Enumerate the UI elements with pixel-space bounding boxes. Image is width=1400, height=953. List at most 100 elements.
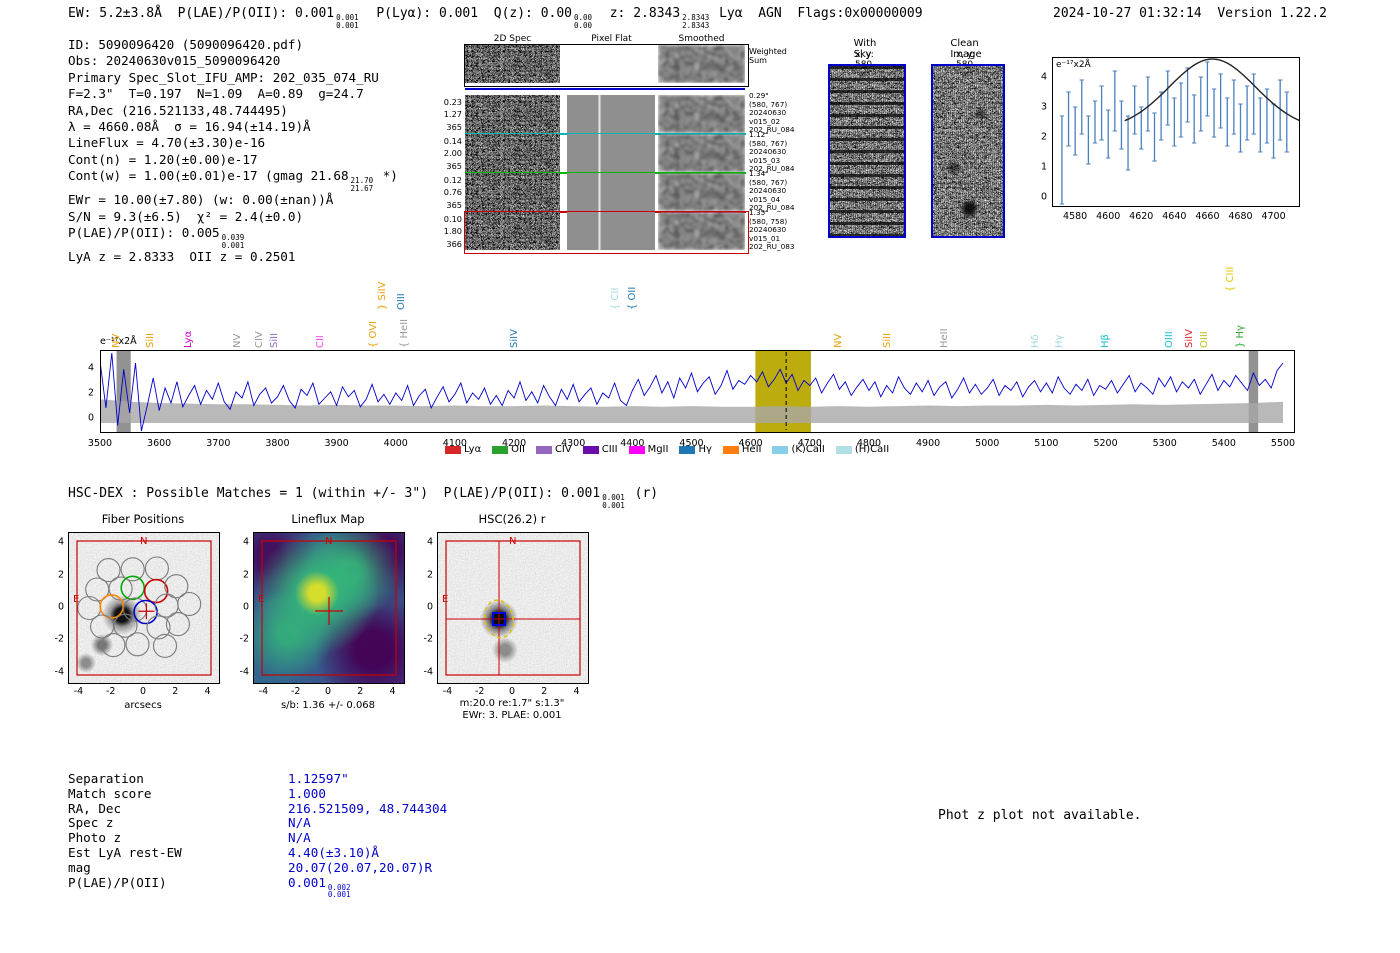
zoom-x-tick: 4700 — [1261, 211, 1286, 222]
table-value: N/A — [288, 815, 311, 831]
spectrum-x-tick: 3800 — [265, 438, 290, 449]
table-value-text: 0.001 — [288, 874, 326, 890]
field-box — [76, 540, 212, 676]
table-row: Match score 1.000 — [68, 785, 447, 802]
elixer-report-page: EW: 5.2±3.8Å P(LAE)/P(OII): 0.001 0.001 0.… — [0, 0, 1400, 953]
fiber-circle — [120, 575, 146, 601]
spec2d-value: 365 — [446, 160, 462, 171]
legend-label: OII — [511, 444, 525, 455]
zoom-x-tick: 4680 — [1228, 211, 1253, 222]
zoom-y-tick: 2 — [1040, 131, 1047, 143]
text-segment: Cont(n) = 1.20(±0.00)e-17 — [68, 151, 258, 167]
lineflux-caption: s/b: 1.36 +/- 0.068 — [280, 700, 376, 711]
zoom-x-tick: 4660 — [1195, 211, 1220, 222]
info-line: S/N = 9.3(±6.5) χ² = 2.4(±0.0) — [68, 209, 398, 225]
error-envelope — [100, 399, 1283, 423]
fiber-circle — [143, 578, 169, 604]
text-segment: HSC-DEX : Possible Matches = 1 (within +… — [68, 486, 601, 501]
spec2d-value: 0.14 — [443, 136, 462, 146]
spectrum-y-tick: 2 — [87, 387, 94, 399]
fiber-circle — [125, 632, 150, 657]
table-label: Est LyA rest-EW — [68, 844, 182, 860]
emission-line-label: } Hγ — [1234, 325, 1246, 348]
cutout-image: NE — [437, 532, 589, 684]
stacked-value: 0.002 0.001 — [327, 882, 351, 900]
cutout-y-tick: 4 — [242, 536, 249, 548]
emission-line-label: CII — [314, 335, 326, 348]
table-row: Photo z N/A — [68, 830, 447, 846]
cutout-image: NE — [68, 532, 220, 684]
spectrum-x-tick: 5200 — [1093, 438, 1118, 449]
spectrum-x-tick: 3500 — [87, 438, 113, 449]
zoom-y-tick: 3 — [1040, 101, 1047, 113]
spectrum-x-tick: 4000 — [383, 438, 408, 449]
emission-line-label: { HeII — [398, 318, 410, 348]
emission-line-label: OIII — [1163, 331, 1175, 348]
legend-label: (H)CaII — [854, 444, 890, 455]
legend-item: HeII — [722, 444, 762, 455]
spectrum-canvas — [100, 350, 1295, 433]
fiber-circle — [152, 633, 178, 658]
spec2d-row-smoothed — [658, 173, 745, 211]
spec2d-row-flat — [567, 134, 655, 172]
spec2d-row-annotation: 1.34" (580, 767) 20240630 v015_04 202_RU_084 — [749, 169, 795, 213]
field-box — [445, 540, 581, 676]
legend-label: MgII — [647, 444, 669, 455]
legend-swatch — [582, 445, 599, 454]
legend-swatch — [722, 445, 739, 454]
legend-label: HeII — [741, 444, 762, 455]
table-value-text: 216.521509, 48.744304 — [288, 800, 448, 816]
spec2d-weighted-2d — [465, 45, 560, 83]
text-segment: S/N = 9.3(±6.5) χ² = 2.4(±0.0) — [68, 208, 304, 224]
legend-item: (K)CaII — [772, 444, 825, 455]
cutout-y-tick: -2 — [239, 633, 249, 645]
table-row: RA, Dec 216.521509, 48.744304 — [68, 800, 448, 817]
spec2d-weighted-flat — [567, 45, 655, 83]
compass-east: E — [442, 594, 449, 605]
zoom-y-tick: 0 — [1040, 191, 1047, 203]
spectrum-x-tick: 5500 — [1270, 438, 1296, 449]
text-segment: z: 2.8343 — [594, 6, 681, 21]
info-line: Obs: 20240630v015_5090096420 — [68, 53, 398, 69]
clean-image-spots — [933, 66, 1003, 236]
table-value: N/A — [288, 830, 311, 846]
text-segment: P(Lyα): 0.001 Q(z): 0.00 — [360, 6, 573, 21]
zoom-x-tick: 4640 — [1162, 211, 1187, 222]
legend-label: Hγ — [698, 444, 712, 455]
emission-line-label: NV — [832, 333, 844, 348]
clean-image — [931, 64, 1005, 238]
compass-north: N — [325, 536, 333, 547]
spectrum-x-tick: 5000 — [975, 438, 1000, 449]
info-line: F=2.3" T=0.197 N=1.09 A=0.89 g=24.7 — [68, 86, 398, 102]
cutout-x-tick: -4 — [258, 686, 269, 697]
table-value: 216.521509, 48.744304 — [288, 800, 448, 817]
text-segment: Lyα AGN Flags:0x00000009 — [711, 6, 923, 21]
emission-line-label: NV — [231, 333, 243, 348]
cutout-y-tick: -4 — [423, 666, 433, 678]
lineflux-overlay — [261, 540, 397, 676]
table-label: Match score — [68, 785, 152, 801]
cutout-y-tick: 2 — [426, 569, 433, 581]
legend-label: Lyα — [464, 444, 482, 455]
emission-line-label: CIV — [254, 331, 266, 348]
cutout-x-tick: -2 — [290, 686, 301, 697]
legend-item: CIV — [535, 444, 572, 455]
table-row: mag 20.07(20.07,20.07)R — [68, 860, 447, 876]
text-segment: LyA z = 2.8333 OII z = 0.2501 — [68, 249, 296, 265]
compass-east: E — [258, 594, 265, 605]
table-value-text: 4.40(±3.10)Å — [288, 844, 379, 860]
spec2d-col-title: Pixel Flat — [591, 34, 632, 44]
cutout-x-tick: 4 — [573, 686, 580, 697]
legend-swatch — [492, 445, 509, 454]
emission-line-label: { OVI — [367, 320, 379, 348]
zoom-y-tick: 1 — [1040, 161, 1047, 173]
spec2d-value: 2.00 — [443, 148, 462, 159]
emission-line-label: SiIV — [508, 329, 520, 348]
zoom-x-tick: 4620 — [1129, 211, 1154, 222]
emission-line-label: HeII — [939, 328, 951, 348]
table-value: 20.07(20.07,20.07)R — [288, 860, 432, 876]
text-segment: λ = 4660.08Å σ = 16.94(±14.19)Å — [68, 119, 311, 135]
table-label: Spec z — [68, 815, 114, 831]
spectrum-x-tick: 3900 — [324, 438, 349, 449]
spectrum-y-tick: 4 — [87, 362, 94, 374]
